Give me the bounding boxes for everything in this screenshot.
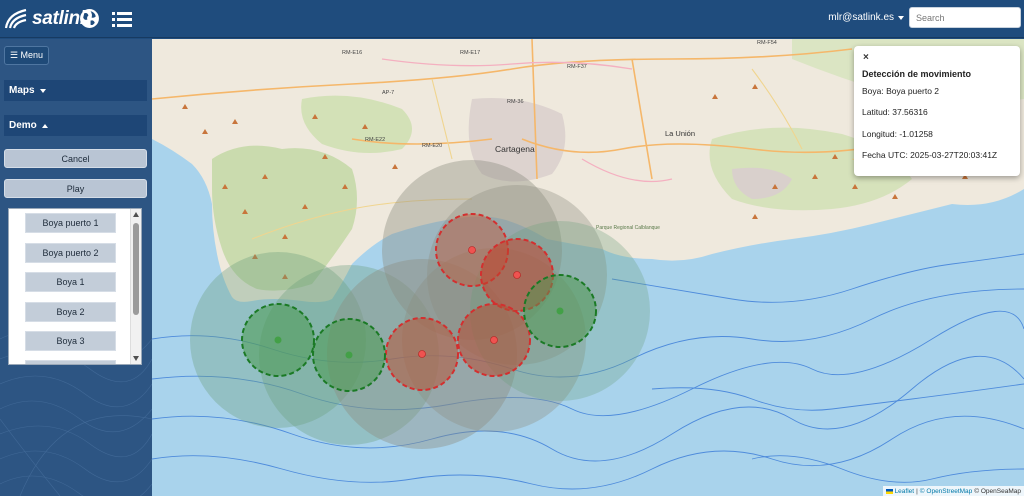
buoy-list: Boya puerto 1 Boya puerto 2 Boya 1 Boya … xyxy=(8,208,142,365)
caret-up-icon xyxy=(41,123,48,128)
list-item[interactable]: Boya 3 xyxy=(25,331,116,351)
road-label: RM-36 xyxy=(507,99,524,105)
leaflet-link[interactable]: Leaflet xyxy=(895,488,915,495)
seamap-link[interactable]: © OpenSeaMap xyxy=(974,488,1021,495)
list-item[interactable]: Boya 1 xyxy=(25,272,116,292)
user-menu[interactable]: mlr@satlink.es xyxy=(828,12,904,23)
satlink-logo[interactable]: satlink xyxy=(4,6,90,32)
road-label: RM-E17 xyxy=(460,50,480,56)
caret-down-icon xyxy=(898,15,904,20)
user-email: mlr@satlink.es xyxy=(828,12,894,23)
cancel-button[interactable]: Cancel xyxy=(4,149,147,168)
ok-marker-icon[interactable] xyxy=(345,351,353,359)
list-icon[interactable] xyxy=(111,9,133,29)
ok-marker-icon[interactable] xyxy=(556,307,564,315)
map-attribution: Leaflet | © OpenStreetMap © OpenSeaMap xyxy=(882,486,1024,496)
close-icon[interactable]: × xyxy=(863,52,869,63)
alert-marker-icon[interactable] xyxy=(418,350,426,358)
list-scrollbar[interactable] xyxy=(130,209,141,364)
list-item[interactable]: Boya puerto 1 xyxy=(25,213,116,233)
ok-marker-icon[interactable] xyxy=(274,336,282,344)
alert-marker-icon[interactable] xyxy=(513,271,521,279)
road-label: AP-7 xyxy=(382,90,394,96)
list-item[interactable]: Boya 2 xyxy=(25,302,116,322)
top-bar: satlink mlr@satlink.es xyxy=(0,0,1024,38)
detection-popup: × Detección de movimiento Boya: Boya pue… xyxy=(854,46,1020,176)
alert-marker-icon[interactable] xyxy=(468,246,476,254)
section-demo[interactable]: Demo xyxy=(4,115,147,136)
road-label: RM-E20 xyxy=(422,143,442,149)
road-label: RM-E22 xyxy=(365,137,385,143)
popup-title: Detección de movimiento xyxy=(862,69,972,79)
popup-boya: Boya: Boya puerto 2 xyxy=(862,86,940,96)
popup-fecha: Fecha UTC: 2025-03-27T20:03:41Z xyxy=(862,150,998,160)
alert-marker-icon[interactable] xyxy=(490,336,498,344)
globe-icon[interactable] xyxy=(79,8,100,29)
ukraine-flag-icon xyxy=(885,488,893,494)
park-label: Parque Regional Calblanque xyxy=(596,225,660,231)
section-demo-label: Demo xyxy=(9,120,37,131)
attribution-separator: | xyxy=(916,487,918,495)
road-label: RM-E16 xyxy=(342,50,362,56)
road-label: RM-F37 xyxy=(567,64,587,70)
search-input[interactable] xyxy=(909,7,1021,28)
scroll-up-icon[interactable] xyxy=(133,212,139,217)
list-item[interactable] xyxy=(25,360,116,364)
city-label: Cartagena xyxy=(495,144,535,154)
satlink-logo-icon xyxy=(4,8,27,29)
road-label: RM-F54 xyxy=(757,40,777,46)
caret-down-icon xyxy=(39,88,46,93)
scroll-thumb[interactable] xyxy=(133,223,139,315)
list-item[interactable]: Boya puerto 2 xyxy=(25,243,116,263)
menu-button[interactable]: ☰ Menu xyxy=(4,46,49,65)
popup-longitud: Longitud: -1.01258 xyxy=(862,129,933,139)
osm-link[interactable]: © OpenStreetMap xyxy=(920,488,972,495)
place-label-la-union: La Unión xyxy=(665,129,695,138)
section-maps[interactable]: Maps xyxy=(4,80,147,101)
popup-latitud: Latitud: 37.56316 xyxy=(862,107,928,117)
section-maps-label: Maps xyxy=(9,85,35,96)
play-button[interactable]: Play xyxy=(4,179,147,198)
sidebar: ☰ Menu Maps Demo Cancel Play Boya puerto… xyxy=(0,39,152,496)
scroll-down-icon[interactable] xyxy=(133,356,139,361)
